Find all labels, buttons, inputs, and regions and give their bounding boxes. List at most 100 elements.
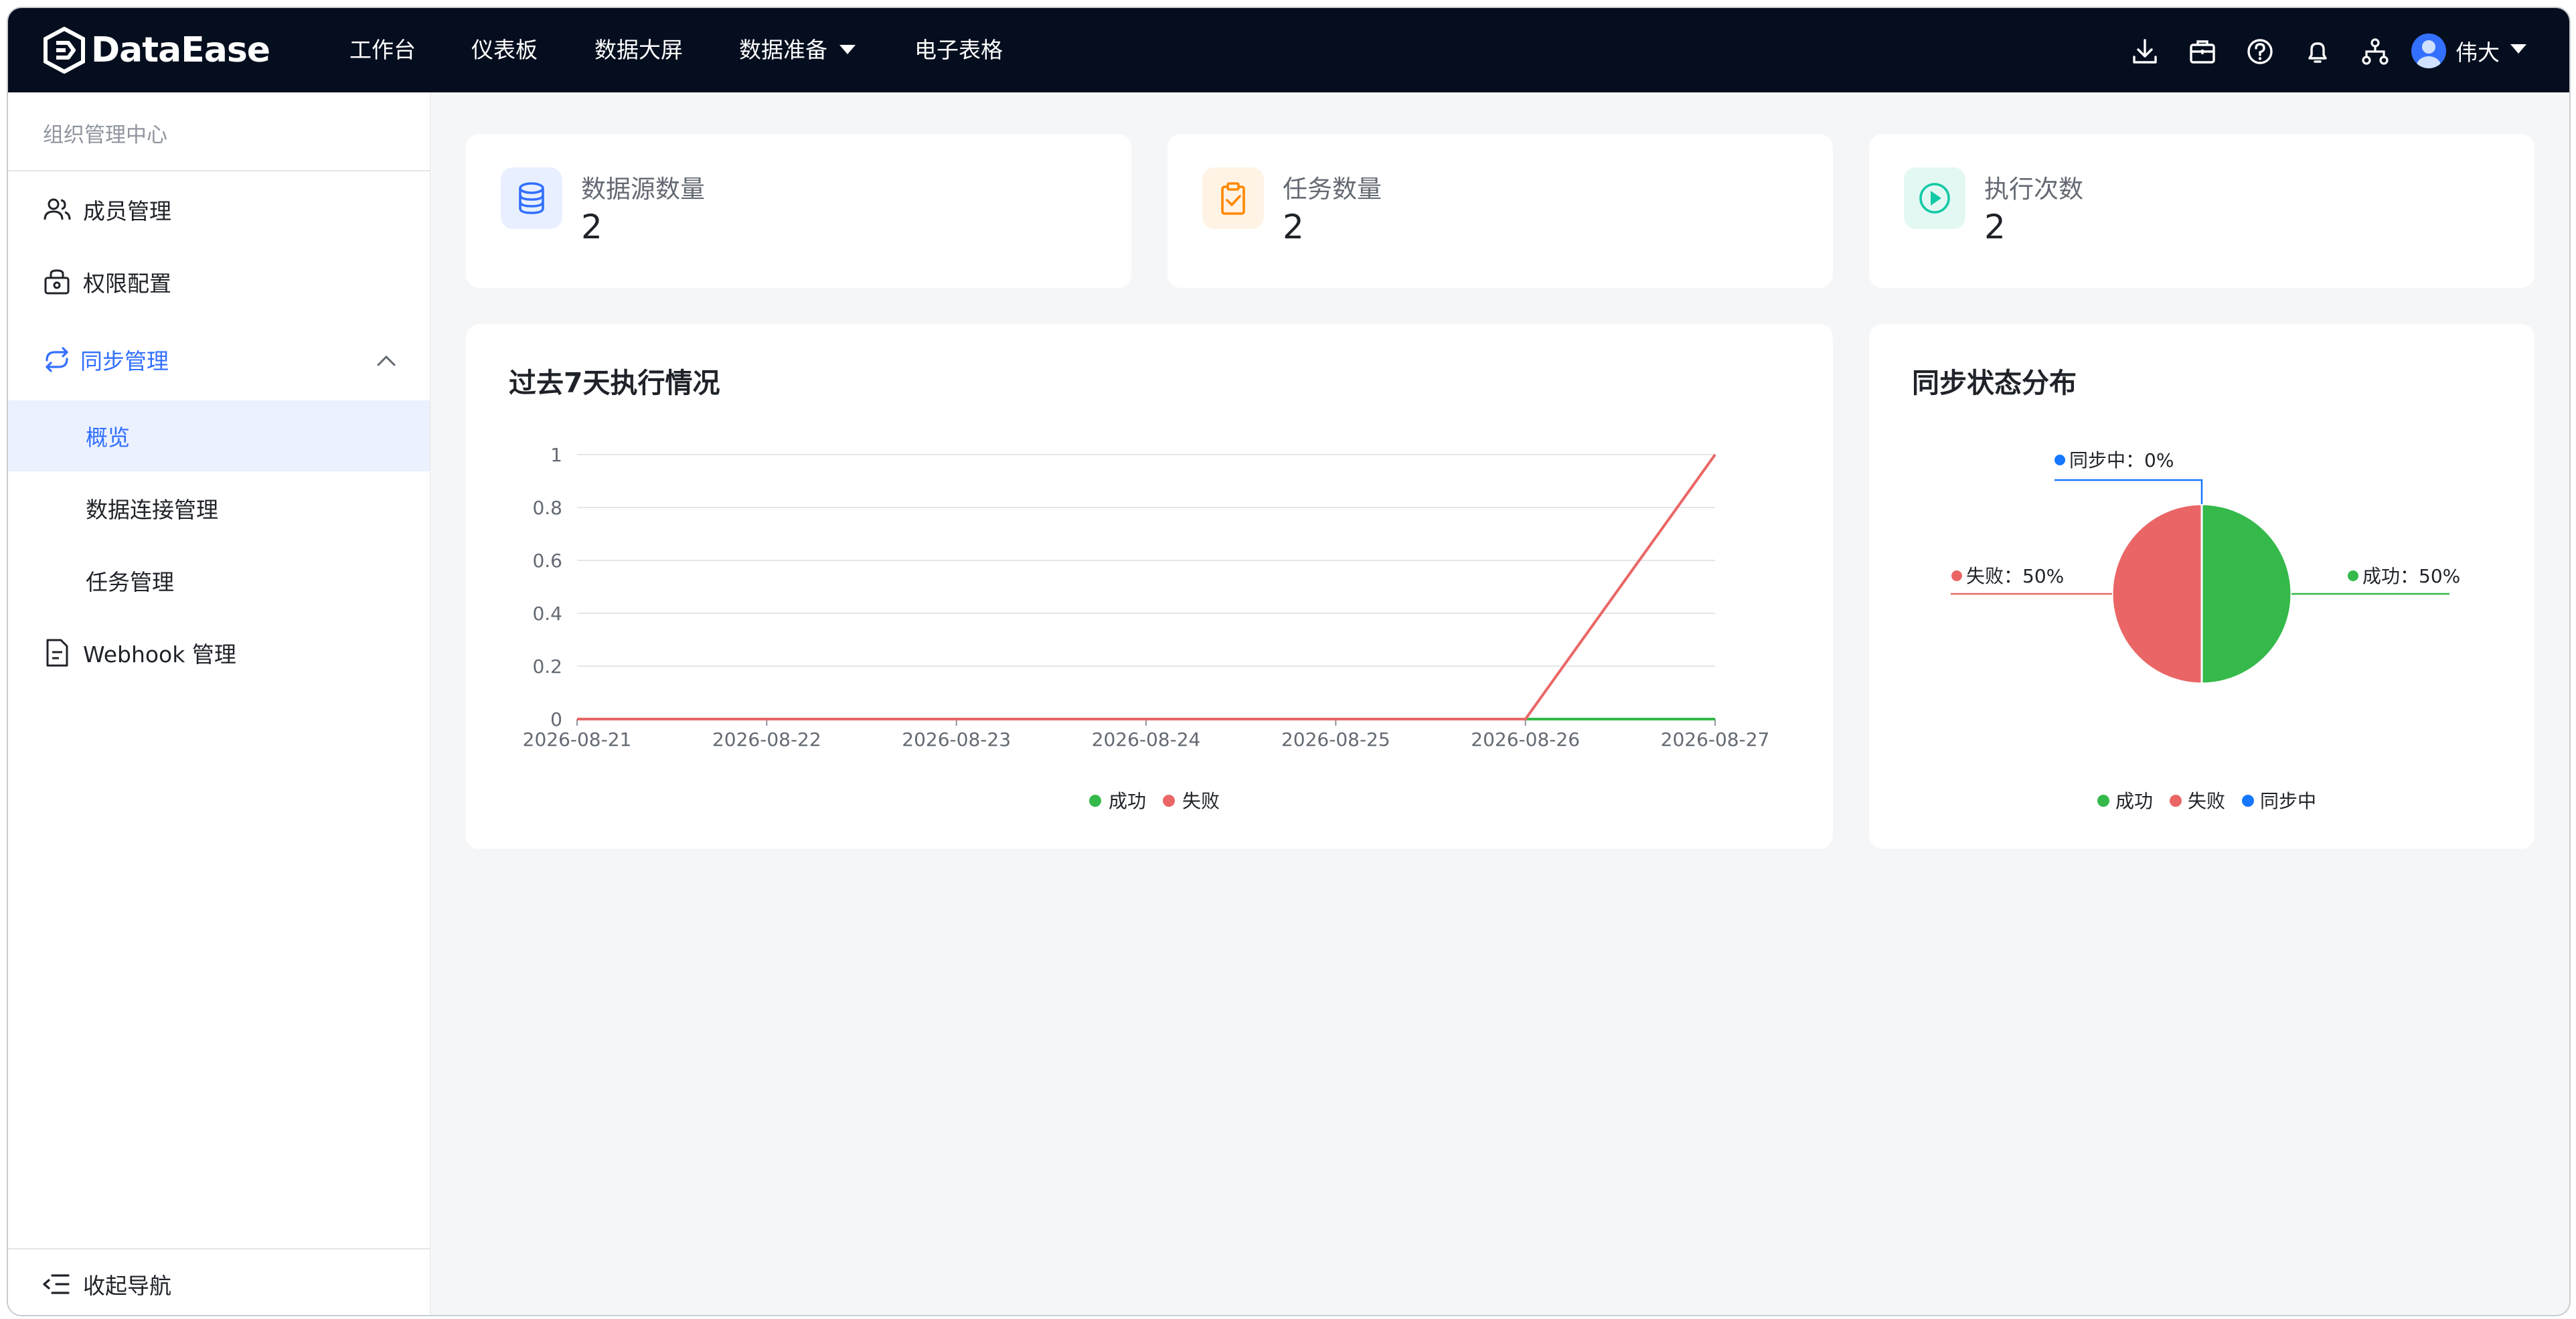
legend-marker <box>2170 795 2182 807</box>
label-marker <box>2348 570 2358 581</box>
y-tick-label: 0.6 <box>532 550 562 572</box>
collapse-nav-button[interactable]: 收起导航 <box>8 1257 171 1311</box>
play-circle-icon <box>1919 183 1950 214</box>
stat-icon-wrap <box>1904 167 1965 229</box>
x-tick-label: 2026-08-21 <box>523 728 632 751</box>
sidebar-item-permissions[interactable]: 权限配置 <box>8 246 430 317</box>
label-marker <box>1951 570 1962 581</box>
sidebar-item-label: Webhook 管理 <box>83 641 236 668</box>
y-tick-label: 0 <box>550 708 562 730</box>
sync-status-chart-card: 同步状态分布 成功：50% 失败：50% 同步中：0% 成功 失败 同步中 <box>1869 324 2534 849</box>
legend-label: 成功 <box>2115 790 2153 812</box>
legend-marker <box>1163 795 1175 807</box>
caret-down-icon <box>2510 44 2526 54</box>
legend-label: 失败 <box>1182 790 1220 812</box>
y-tick-label: 1 <box>550 444 562 466</box>
slice-label: 成功：50% <box>2362 565 2460 587</box>
logo[interactable]: DataEase <box>43 27 270 74</box>
nav-workbench[interactable]: 工作台 <box>349 35 416 66</box>
y-tick-label: 0.8 <box>532 497 562 519</box>
stat-icon-wrap <box>1202 167 1264 229</box>
x-tick-label: 2026-08-25 <box>1281 728 1390 751</box>
sidebar-subitem-label: 概览 <box>86 424 130 451</box>
sidebar-subitem-label: 数据连接管理 <box>86 497 218 523</box>
caret-down-icon <box>839 44 856 54</box>
x-tick-label: 2026-08-26 <box>1471 728 1580 751</box>
sidebar-item-label: 成员管理 <box>83 198 171 224</box>
download-icon[interactable] <box>2130 37 2160 66</box>
sync-icon <box>46 347 68 372</box>
sidebar-subitem-connections[interactable]: 数据连接管理 <box>8 473 430 544</box>
x-tick-label: 2026-08-24 <box>1092 728 1201 751</box>
stat-value: 2 <box>1283 208 1304 246</box>
stat-value: 2 <box>1984 208 2006 246</box>
sidebar-item-members[interactable]: 成员管理 <box>8 174 430 245</box>
clipboard-check-icon <box>1221 182 1245 215</box>
sidebar: 组织管理中心 成员管理 权限配置 同步管理 概览 数据连接管理 任务管理 Web… <box>8 92 430 1315</box>
y-tick-label: 0.4 <box>532 603 562 625</box>
label-marker <box>2055 455 2065 465</box>
sidebar-subitem-tasks[interactable]: 任务管理 <box>8 545 430 616</box>
legend-label: 同步中 <box>2260 790 2316 812</box>
nav-data-screen[interactable]: 数据大屏 <box>594 35 683 66</box>
logo-text: DataEase <box>91 30 270 70</box>
nav-dashboard[interactable]: 仪表板 <box>471 35 538 66</box>
lock-icon <box>44 269 70 295</box>
x-tick-label: 2026-08-27 <box>1661 728 1770 751</box>
x-tick-label: 2026-08-22 <box>712 728 821 751</box>
stat-card-executions: 执行次数 2 <box>1869 134 2534 288</box>
stat-card-datasources: 数据源数量 2 <box>466 134 1131 288</box>
legend-marker <box>2097 795 2109 807</box>
collapse-menu-icon <box>43 1274 70 1294</box>
pie-slice-fail <box>2111 503 2203 685</box>
divider <box>8 1248 430 1249</box>
slice-label: 同步中：0% <box>2069 449 2174 471</box>
line-chart: 0 0.2 0.4 0.6 0.8 1 2026-08-21 2026-08-22 2026-0… <box>523 444 1770 812</box>
legend-label: 失败 <box>2188 790 2225 812</box>
sidebar-title: 组织管理中心 <box>43 123 167 147</box>
collapse-nav-label: 收起导航 <box>83 1273 171 1299</box>
user-name: 伟大 <box>2456 40 2500 66</box>
x-tick-label: 2026-08-23 <box>902 728 1011 751</box>
org-structure-icon[interactable] <box>2360 37 2390 66</box>
execution-chart-card: 过去7天执行情况 0 0.2 0.4 0.6 0.8 1 2026-08-21 2026-08… <box>466 324 1833 849</box>
pie-chart: 成功：50% 失败：50% 同步中：0% 成功 失败 同步中 <box>1951 449 2460 812</box>
legend-marker <box>2242 795 2254 807</box>
nav-data-prep-label: 数据准备 <box>739 37 827 63</box>
chevron-up-icon[interactable] <box>375 350 398 372</box>
legend-label: 成功 <box>1109 790 1146 812</box>
nav-data-prep[interactable]: 数据准备 <box>739 35 856 66</box>
pie-slice-success <box>2200 503 2293 685</box>
app-window: DataEase 工作台 仪表板 数据大屏 数据准备 电子表格 伟大 组织管理中… <box>7 7 2571 1316</box>
bell-icon[interactable] <box>2303 37 2332 66</box>
document-icon <box>46 639 68 667</box>
top-navbar: DataEase 工作台 仪表板 数据大屏 数据准备 电子表格 伟大 <box>8 8 2569 92</box>
user-avatar-icon <box>2417 40 2441 68</box>
sidebar-item-webhook[interactable]: Webhook 管理 <box>8 617 430 688</box>
leader-line <box>2055 479 2203 504</box>
y-tick-label: 0.2 <box>532 655 562 678</box>
stat-icon-wrap <box>501 167 562 229</box>
stat-card-tasks: 任务数量 2 <box>1168 134 1833 288</box>
divider <box>8 170 430 171</box>
stat-value: 2 <box>581 208 602 246</box>
avatar <box>2411 33 2446 68</box>
user-menu[interactable]: 伟大 <box>2411 32 2526 70</box>
sidebar-item-sync[interactable]: 同步管理 <box>8 324 430 395</box>
database-icon <box>519 182 544 214</box>
sidebar-subitem-label: 任务管理 <box>86 569 174 595</box>
sidebar-subitem-overview[interactable]: 概览 <box>8 400 430 471</box>
nav-spreadsheet[interactable]: 电子表格 <box>914 35 1003 66</box>
stat-label: 任务数量 <box>1283 175 1382 204</box>
sidebar-item-label: 同步管理 <box>80 348 169 374</box>
stat-label: 执行次数 <box>1984 175 2083 204</box>
briefcase-icon[interactable] <box>2188 37 2217 66</box>
help-icon[interactable] <box>2245 37 2275 66</box>
series-line-fail <box>577 453 1716 720</box>
users-icon <box>44 198 71 220</box>
dataease-logo-icon <box>44 27 85 74</box>
sidebar-item-label: 权限配置 <box>83 270 171 297</box>
stat-label: 数据源数量 <box>581 175 705 204</box>
slice-label: 失败：50% <box>1966 565 2064 587</box>
legend-marker <box>1089 795 1101 807</box>
